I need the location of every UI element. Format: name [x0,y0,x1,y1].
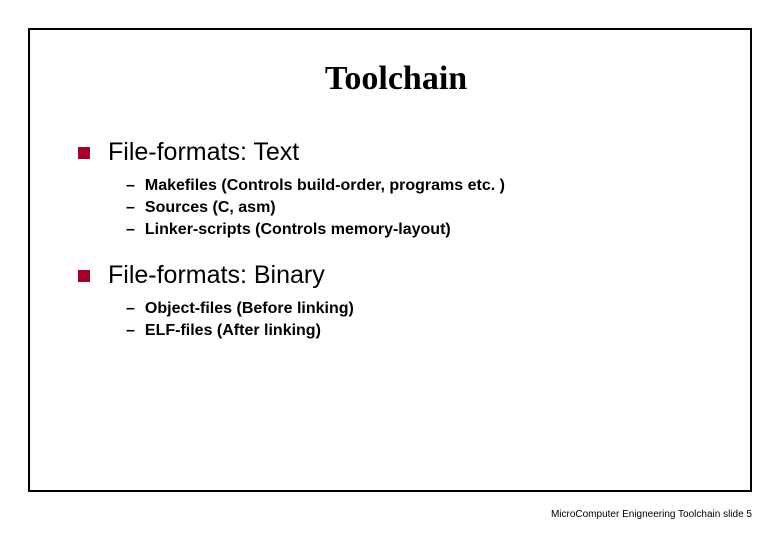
square-bullet-icon [78,270,90,282]
bullet-level2-group: – Makefiles (Controls build-order, progr… [126,177,714,239]
bullet-level2-text: Linker-scripts (Controls memory-layout) [145,221,451,239]
bullet-level1: File-formats: Text [78,138,714,167]
bullet-level2-text: Object-files (Before linking) [145,300,354,318]
bullet-level1-text: File-formats: Text [108,138,299,167]
slide: Toolchain File-formats: Text – Makefiles… [0,0,780,540]
bullet-level2: – Sources (C, asm) [126,199,714,217]
bullet-level2-text: Makefiles (Controls build-order, program… [145,177,505,195]
bullet-level2: – Linker-scripts (Controls memory-layout… [126,221,714,239]
square-bullet-icon [78,147,90,159]
bullet-level2-group: – Object-files (Before linking) – ELF-fi… [126,300,714,340]
slide-footer: MicroComputer Enigneering Toolchain slid… [551,509,752,520]
dash-bullet-icon: – [126,221,135,239]
bullet-level1: File-formats: Binary [78,261,714,290]
bullet-level2-text: ELF-files (After linking) [145,322,321,340]
bullet-level2: – Object-files (Before linking) [126,300,714,318]
dash-bullet-icon: – [126,177,135,195]
dash-bullet-icon: – [126,322,135,340]
bullet-level2: – ELF-files (After linking) [126,322,714,340]
dash-bullet-icon: – [126,199,135,217]
slide-frame: Toolchain File-formats: Text – Makefiles… [28,28,752,492]
dash-bullet-icon: – [126,300,135,318]
bullet-level2-text: Sources (C, asm) [145,199,276,217]
bullet-level2: – Makefiles (Controls build-order, progr… [126,177,714,195]
slide-title: Toolchain [78,60,714,98]
bullet-level1-text: File-formats: Binary [108,261,325,290]
